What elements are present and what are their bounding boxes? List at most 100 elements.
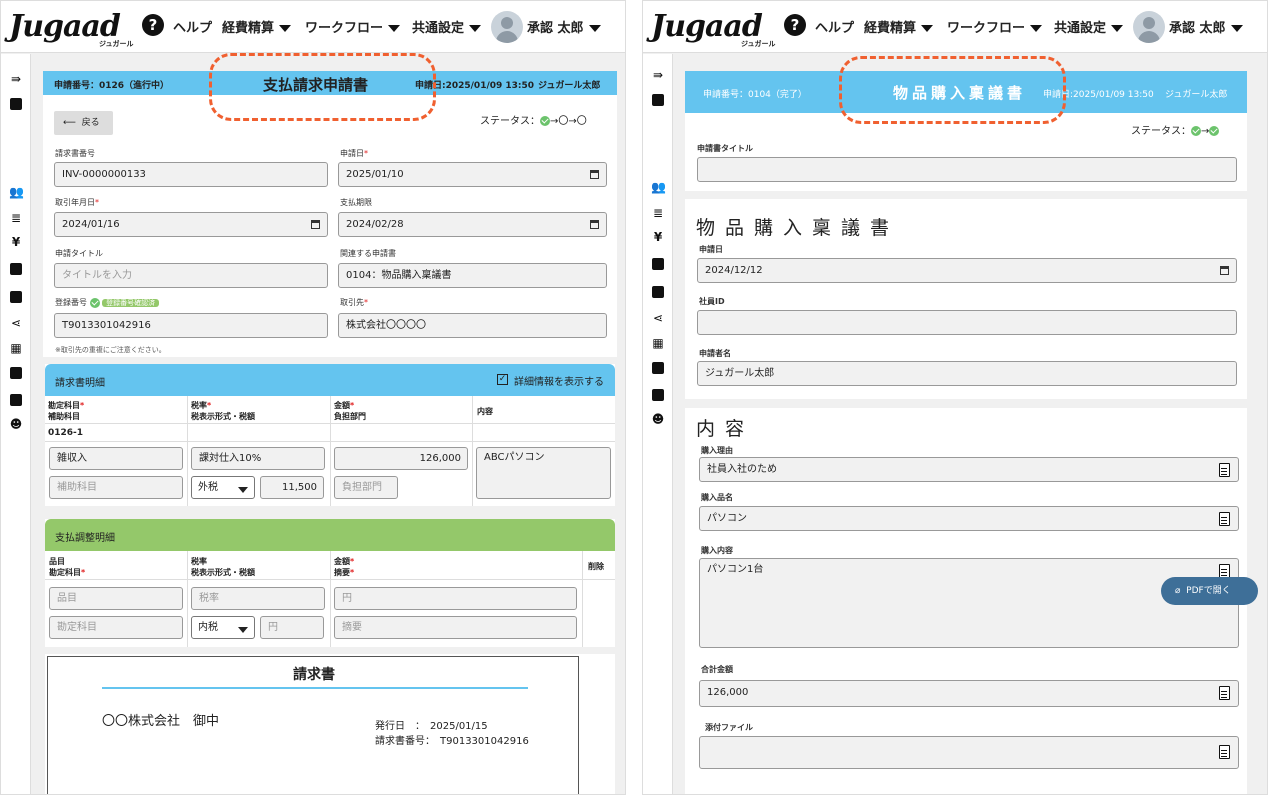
checkbox-icon[interactable]: ✓ [497, 374, 508, 385]
due-date-label: 支払期限 [340, 198, 372, 207]
table-icon[interactable]: ▦ [651, 336, 665, 350]
copy-icon[interactable] [10, 367, 22, 379]
nav-help[interactable]: ヘルプ [815, 17, 854, 36]
department-input[interactable]: 負担部門 [334, 476, 398, 499]
adj-col-amount-a: 金額 [334, 557, 350, 566]
collapse-menu-icon[interactable]: ⇛ [9, 72, 23, 86]
calendar-icon[interactable] [590, 170, 599, 179]
adj-mode-select[interactable]: 内税 [191, 616, 255, 639]
calendar-icon[interactable] [311, 220, 320, 229]
document-icon[interactable] [1219, 745, 1230, 759]
sub-account-input[interactable]: 補助科目 [49, 476, 183, 499]
txn-date-input[interactable]: 2024/01/16 [54, 212, 328, 237]
calendar-icon[interactable] [1220, 266, 1229, 275]
share-icon[interactable]: ⋖ [9, 316, 23, 330]
reason-input[interactable]: 社員入社のため [699, 457, 1239, 482]
partner-label-text: 取引先 [340, 298, 364, 307]
document-icon[interactable] [1219, 564, 1230, 578]
chevron-down-icon [1230, 25, 1243, 32]
invoice-detail-card: 請求書明細 ✓ 詳細情報を表示する 勘定科目* 補助科目 税率* 税表示形式・税額 … [45, 364, 615, 506]
back-button[interactable]: ⟵ 戻る [54, 111, 113, 135]
account-input[interactable]: 雑収入 [49, 447, 183, 470]
table-icon[interactable]: ▦ [9, 341, 23, 355]
copy-icon[interactable] [652, 362, 664, 374]
chevron-down-icon [469, 25, 482, 32]
document-icon[interactable] [1219, 463, 1230, 477]
nav-help[interactable]: ヘルプ [173, 17, 212, 36]
nav-expense[interactable]: 経費精算 [222, 17, 292, 36]
applicant-input[interactable]: ジュガール太郎 [697, 361, 1237, 386]
right-pane: Jugaad ジュガール ? ヘルプ 経費精算 ワークフロー 共通設定 承認 太… [642, 0, 1268, 795]
yen-icon[interactable]: ¥ [9, 235, 23, 249]
adj-amount-input[interactable]: 円 [334, 587, 577, 610]
help-icon[interactable]: ? [142, 14, 164, 36]
collapse-menu-icon[interactable]: ⇛ [651, 68, 665, 82]
registration-input[interactable]: T9013301042916 [54, 313, 328, 338]
adj-rate-input[interactable]: 税率 [191, 587, 325, 610]
title-input[interactable]: タイトルを入力 [54, 263, 328, 288]
panel-icon[interactable] [652, 94, 664, 106]
related-application-input[interactable]: 0104：物品購入稟議書 [338, 263, 607, 288]
face-icon[interactable]: ☻ [9, 417, 23, 431]
open-pdf-button[interactable]: ⌀ PDFで開く [1161, 577, 1258, 605]
document-icon[interactable] [10, 263, 22, 275]
chevron-down-icon [279, 25, 292, 32]
nav-workflow[interactable]: ワークフロー [947, 17, 1043, 36]
panel-icon[interactable] [10, 98, 22, 110]
col-tax-a: 税率 [191, 401, 207, 410]
list-icon[interactable]: ≣ [9, 211, 23, 225]
attachment-input[interactable] [699, 736, 1239, 769]
nav-workflow[interactable]: ワークフロー [305, 17, 401, 36]
users-icon[interactable]: 👥 [9, 185, 24, 199]
invoice-title: 請求書 [293, 667, 335, 683]
item-input[interactable]: パソコン [699, 506, 1239, 531]
document-icon[interactable] [652, 258, 664, 270]
adjustment-header: 支払調整明細 [45, 519, 615, 551]
calendar-icon[interactable] [590, 220, 599, 229]
invoice-detail-title: 請求書明細 [55, 378, 105, 389]
tax-mode-select[interactable]: 外税 [191, 476, 255, 499]
list-icon[interactable]: ≣ [651, 206, 665, 220]
show-details-toggle[interactable]: 詳細情報を表示する [514, 373, 604, 388]
adj-memo-input[interactable]: 摘要 [334, 616, 577, 639]
content-textarea[interactable]: ABCパソコン [476, 447, 611, 499]
adj-col-tax: 税率 税表示形式・税額 [191, 556, 255, 578]
invoice-number-input[interactable]: INV-0000000133 [54, 162, 328, 187]
nav-expense[interactable]: 経費精算 [864, 17, 934, 36]
adj-yen-input[interactable]: 円 [260, 616, 324, 639]
adj-item-input[interactable]: 品目 [49, 587, 183, 610]
due-date-input[interactable]: 2024/02/28 [338, 212, 607, 237]
face-icon[interactable]: ☻ [651, 412, 665, 426]
share-icon[interactable]: ⋖ [651, 311, 665, 325]
invoice-paper: 請求書 〇〇株式会社 御中 発行日 ： 2025/01/15 請求書番号： T9… [47, 656, 579, 794]
id-card-icon[interactable] [652, 389, 664, 401]
apply-date-input[interactable]: 2024/12/12 [697, 258, 1237, 283]
required-mark: * [364, 298, 368, 307]
report-icon[interactable] [10, 291, 22, 303]
partner-input[interactable]: 株式会社〇〇〇〇 [338, 313, 607, 338]
nav-shared-settings[interactable]: 共通設定 [412, 17, 482, 36]
nav-user[interactable]: 承認 太郎 [1169, 17, 1243, 36]
content-title: 内容 [696, 418, 755, 440]
document-icon[interactable] [1219, 686, 1230, 700]
employee-id-input[interactable] [697, 310, 1237, 335]
purchase-content-textarea[interactable]: パソコン1台 [699, 558, 1239, 648]
col-account-b: 補助科目 [48, 412, 80, 421]
report-icon[interactable] [652, 286, 664, 298]
document-icon[interactable] [1219, 512, 1230, 526]
nav-shared-settings[interactable]: 共通設定 [1054, 17, 1124, 36]
help-icon[interactable]: ? [784, 14, 806, 36]
avatar[interactable] [491, 11, 523, 43]
total-input[interactable]: 126,000 [699, 680, 1239, 707]
apply-title-input[interactable] [697, 157, 1237, 182]
avatar[interactable] [1133, 11, 1165, 43]
nav-user[interactable]: 承認 太郎 [527, 17, 601, 36]
id-card-icon[interactable] [10, 394, 22, 406]
tax-rate-input[interactable]: 課対仕入10% [191, 447, 325, 470]
yen-icon[interactable]: ¥ [651, 230, 665, 244]
tax-amount-input[interactable]: 11,500 [260, 476, 324, 499]
users-icon[interactable]: 👥 [651, 180, 666, 194]
amount-input[interactable]: 126,000 [334, 447, 468, 470]
apply-date-input[interactable]: 2025/01/10 [338, 162, 607, 187]
adj-account-input[interactable]: 勘定科目 [49, 616, 183, 639]
